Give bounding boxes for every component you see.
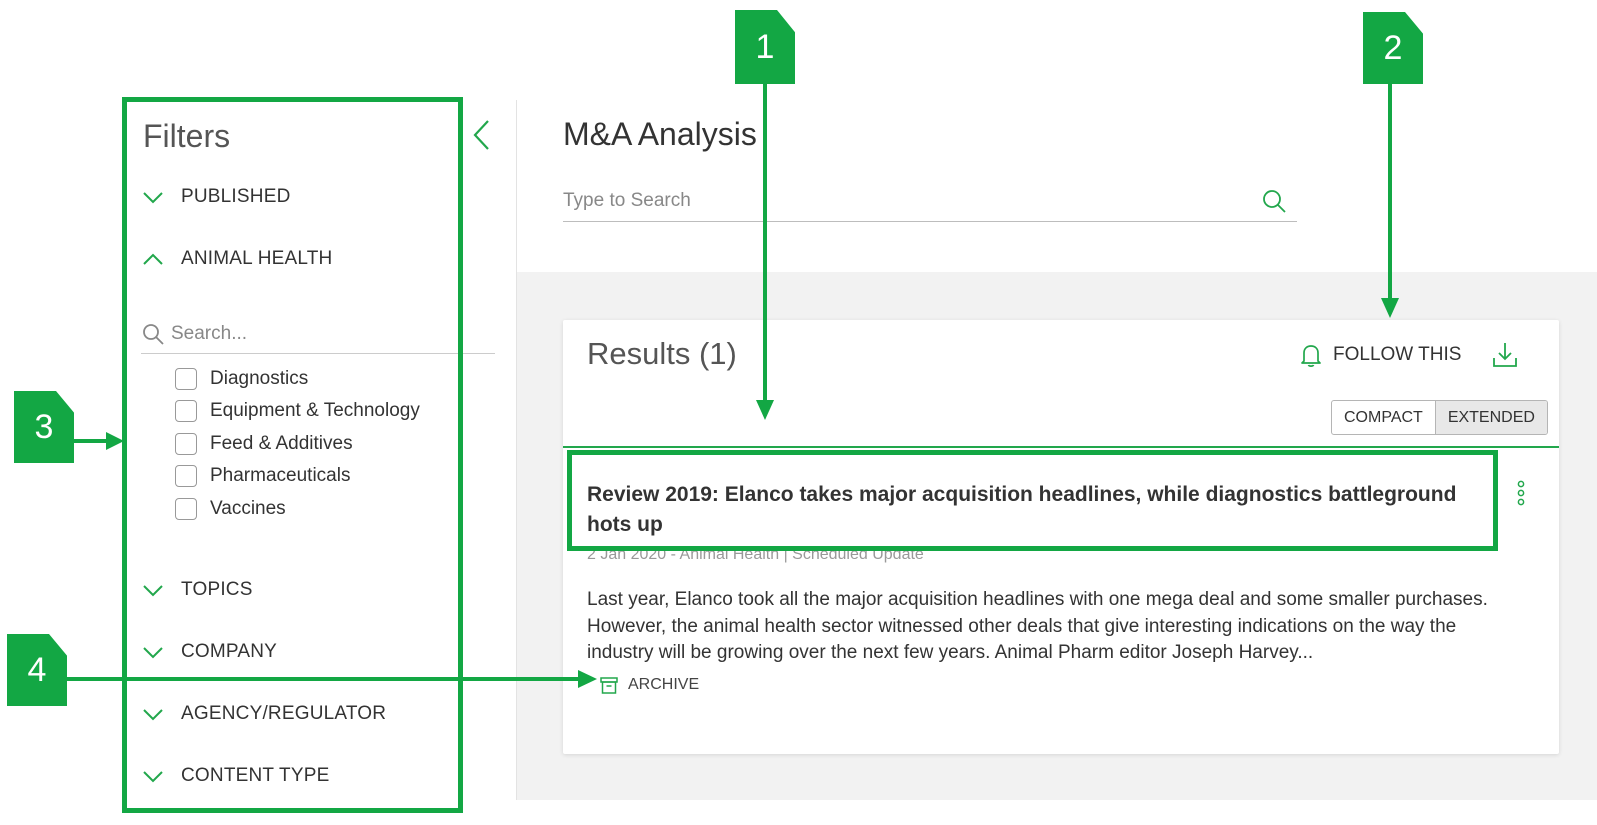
chevron-left-icon[interactable] — [470, 118, 494, 152]
divider — [563, 446, 1559, 448]
bell-icon — [1301, 345, 1321, 367]
page: Filters PUBLISHED ANIMAL HEALTH Diagnost… — [0, 0, 1597, 825]
view-toggle: COMPACT EXTENDED — [1331, 400, 1548, 435]
callout-2: 2 — [1363, 12, 1423, 84]
kebab-icon[interactable] — [1515, 480, 1527, 506]
archive-label: ARCHIVE — [628, 676, 700, 693]
search-icon[interactable] — [1261, 188, 1287, 214]
extended-view-button[interactable]: EXTENDED — [1434, 401, 1547, 434]
callout-1: 1 — [735, 10, 795, 84]
callout-3: 3 — [14, 391, 74, 463]
follow-button[interactable]: FOLLOW THIS — [1299, 342, 1461, 368]
results-title: Results (1) — [587, 336, 737, 371]
main-search — [563, 180, 1297, 222]
compact-view-button[interactable]: COMPACT — [1332, 401, 1435, 434]
annotation-box-filters — [122, 97, 463, 813]
search-input[interactable] — [563, 189, 1261, 212]
download-icon[interactable] — [1491, 340, 1519, 370]
article-excerpt: Last year, Elanco took all the major acq… — [587, 589, 1488, 663]
archive-icon — [600, 677, 618, 694]
archive-button[interactable]: ARCHIVE — [599, 675, 699, 695]
annotation-box-article-title — [567, 450, 1498, 551]
page-title: M&A Analysis — [563, 116, 757, 152]
callout-4: 4 — [7, 634, 67, 706]
follow-label: FOLLOW THIS — [1333, 344, 1462, 365]
